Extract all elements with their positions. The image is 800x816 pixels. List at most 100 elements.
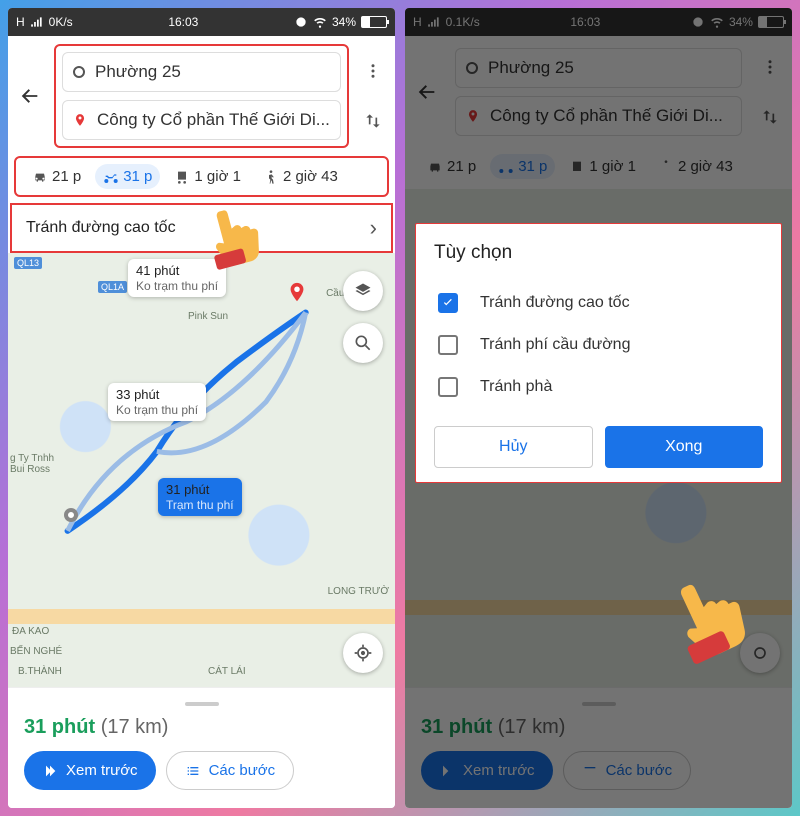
drag-handle-icon[interactable] (185, 702, 219, 706)
status-bar: H 0K/s 16:03 34% (8, 8, 395, 36)
route-chip-alt2[interactable]: 33 phút Ko trạm thu phí (108, 383, 206, 421)
car-icon (427, 159, 443, 175)
checkbox-icon[interactable] (438, 335, 458, 355)
more-button[interactable] (754, 51, 786, 83)
origin-pin-icon (64, 508, 78, 522)
mode-transit[interactable]: 1 giờ 1 (561, 154, 644, 179)
map-label: CÁT LÁI (208, 666, 246, 677)
clock: 16:03 (168, 15, 198, 29)
summary-line: 31 phút (17 km) (421, 716, 776, 739)
steps-button[interactable]: Các bước (563, 751, 692, 790)
locate-button[interactable] (343, 633, 383, 673)
origin-field[interactable]: Phường 25 (455, 48, 742, 88)
mode-car[interactable]: 21 p (24, 164, 89, 189)
travel-modes-bar: 21 p 31 p 1 giờ 1 2 giờ 43 (411, 148, 786, 185)
list-icon (185, 763, 201, 779)
battery-pct: 34% (729, 15, 753, 29)
origin-dot-icon (466, 62, 478, 74)
swap-button[interactable] (754, 101, 786, 133)
mode-moto[interactable]: 31 p (95, 164, 160, 189)
back-button[interactable] (14, 80, 46, 112)
done-button[interactable]: Xong (605, 426, 764, 468)
net-speed: 0.1K/s (446, 15, 480, 29)
wifi-icon (313, 15, 327, 29)
transit-icon (569, 159, 585, 175)
avoid-highways-label: Tránh đường cao tốc (26, 219, 176, 237)
walk-icon (263, 169, 279, 185)
route-header: Phường 25 Công ty Cổ phần Thế Giới Di... (405, 36, 792, 144)
car-icon (32, 169, 48, 185)
walk-icon (658, 159, 674, 175)
summary-line: 31 phút (17 km) (24, 716, 379, 739)
map-area[interactable]: QL13 QL1A Pink Sun Cầu Suố g Ty Tnhh Bui… (8, 253, 395, 687)
motorbike-icon (498, 159, 514, 175)
avoid-highways-row[interactable]: Tránh đường cao tốc › (10, 203, 393, 253)
route-header: Phường 25 Công ty Cổ phần Thế Giới Di... (8, 36, 395, 152)
alarm-icon (691, 15, 705, 29)
origin-dot-icon (73, 66, 85, 78)
destination-field[interactable]: Công ty Cổ phần Thế Giới Di... (62, 100, 341, 140)
alarm-icon (294, 15, 308, 29)
pin-icon (73, 113, 87, 127)
transit-icon (174, 169, 190, 185)
road-badge: QL1A (98, 281, 127, 293)
option-avoid-ferries[interactable]: Tránh phà (434, 366, 763, 408)
swap-button[interactable] (357, 105, 389, 137)
locate-icon (353, 643, 373, 663)
destination-text: Công ty Cổ phần Thế Giới Di... (97, 110, 330, 130)
cancel-button[interactable]: Hủy (434, 426, 593, 468)
motorbike-icon (103, 169, 119, 185)
map-label: BẾN NGHÉ (10, 646, 62, 657)
preview-button[interactable]: Xem trước (24, 751, 156, 790)
option-avoid-tolls[interactable]: Tránh phí cầu đường (434, 324, 763, 366)
layers-button[interactable] (343, 271, 383, 311)
signal-icon (30, 15, 44, 29)
layers-icon (353, 281, 373, 301)
mode-transit[interactable]: 1 giờ 1 (166, 164, 249, 189)
summary-dist: (17 km) (101, 716, 169, 738)
mode-walk[interactable]: 2 giờ 43 (255, 164, 346, 189)
map-label: g Ty Tnhh Bui Ross (10, 453, 54, 475)
mode-walk[interactable]: 2 giờ 43 (650, 154, 741, 179)
battery-pct: 34% (332, 15, 356, 29)
checkbox-icon[interactable] (438, 377, 458, 397)
search-map-button[interactable] (343, 323, 383, 363)
route-chip-alt1[interactable]: 41 phút Ko trạm thu phí (128, 259, 226, 297)
chevrons-icon (439, 763, 455, 779)
checkbox-checked-icon[interactable] (438, 293, 458, 313)
map-label: Pink Sun (188, 311, 228, 322)
route-chip-selected[interactable]: 31 phút Trạm thu phí (158, 478, 242, 516)
bottom-sheet[interactable]: 31 phút (17 km) Xem trước Các bước (405, 687, 792, 808)
bottom-sheet[interactable]: 31 phút (17 km) Xem trước Các bước (8, 687, 395, 808)
summary-time: 31 phút (24, 716, 95, 738)
battery-icon (758, 16, 784, 28)
mode-moto[interactable]: 31 p (490, 154, 555, 179)
mode-car[interactable]: 21 p (419, 154, 484, 179)
wifi-icon (710, 15, 724, 29)
road-badge: QL13 (14, 257, 42, 269)
chevrons-icon (42, 763, 58, 779)
preview-button[interactable]: Xem trước (421, 751, 553, 790)
travel-modes-bar: 21 p 31 p 1 giờ 1 2 giờ 43 (14, 156, 389, 197)
locate-icon (750, 643, 770, 663)
steps-button[interactable]: Các bước (166, 751, 295, 790)
destination-field[interactable]: Công ty Cổ phần Thế Giới Di... (455, 96, 742, 136)
net-type: H (413, 15, 422, 29)
more-button[interactable] (357, 55, 389, 87)
map-label: B.THÀNH (18, 666, 62, 677)
dialog-title: Tùy chọn (434, 242, 763, 264)
clock: 16:03 (570, 15, 600, 29)
option-avoid-highways[interactable]: Tránh đường cao tốc (434, 282, 763, 324)
net-type: H (16, 15, 25, 29)
map-label: ĐA KAO (12, 626, 49, 637)
back-button[interactable] (411, 76, 443, 108)
route-fields-highlight: Phường 25 Công ty Cổ phần Thế Giới Di... (54, 44, 349, 148)
origin-field[interactable]: Phường 25 (62, 52, 341, 92)
net-speed: 0K/s (49, 15, 73, 29)
drag-handle-icon[interactable] (582, 702, 616, 706)
pin-icon (466, 109, 480, 123)
chevron-right-icon: › (370, 215, 377, 241)
phone-right: H 0.1K/s 16:03 34% Phường 25 Công ty Cổ … (405, 8, 792, 808)
status-bar: H 0.1K/s 16:03 34% (405, 8, 792, 36)
destination-pin-icon (286, 281, 308, 303)
